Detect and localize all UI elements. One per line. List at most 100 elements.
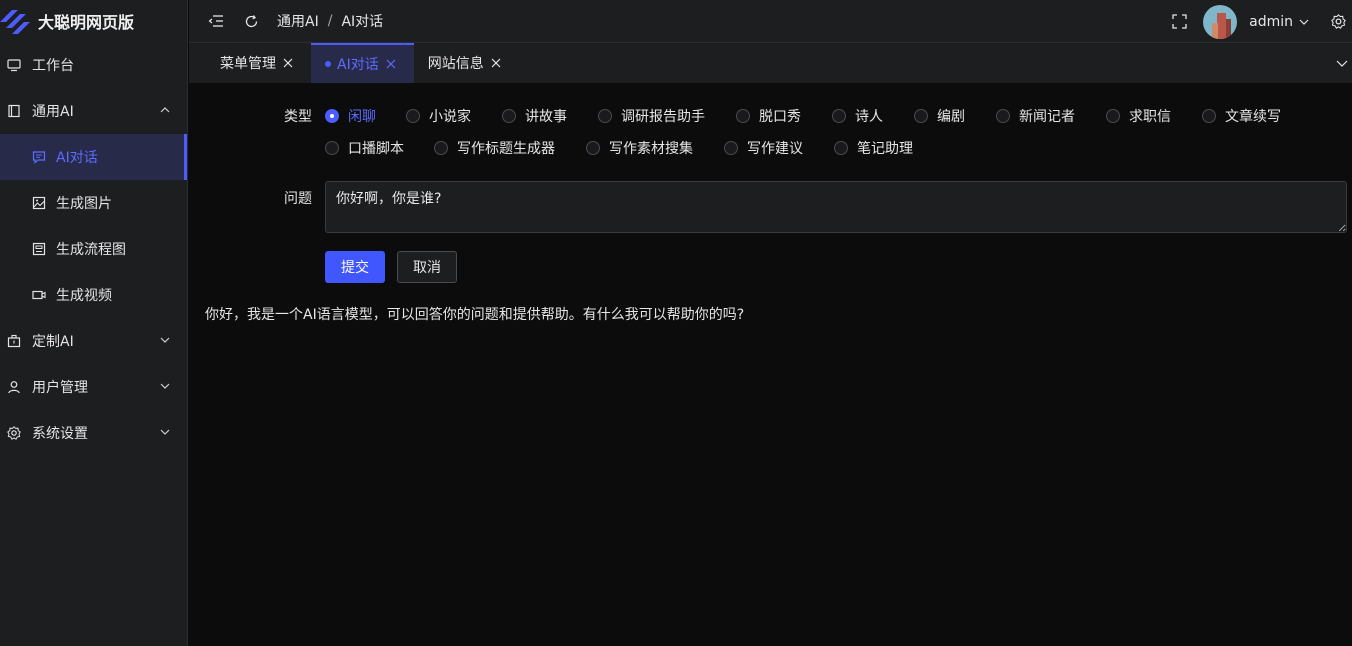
fullscreen-icon[interactable] (1170, 13, 1188, 31)
close-icon[interactable] (490, 57, 502, 69)
sidebar-item-label: 生成图片 (56, 196, 112, 212)
sidebar-item-label: 用户管理 (32, 380, 88, 396)
avatar[interactable] (1203, 4, 1238, 39)
radio-circle (724, 141, 738, 155)
ai-response-text: 你好，我是一个AI语言模型，可以回答你的问题和提供帮助。有什么我可以帮助你的吗? (205, 307, 745, 323)
chevron-down-icon (160, 383, 170, 389)
tab-menu-management[interactable]: 菜单管理 (189, 43, 311, 83)
radio-circle (406, 109, 420, 123)
cancel-button[interactable]: 取消 (397, 251, 457, 283)
video-icon (31, 287, 47, 303)
sidebar-item-workbench[interactable]: 工作台 (0, 42, 187, 88)
question-label: 问题 (284, 191, 312, 207)
sidebar-item-label: 通用AI (32, 104, 74, 120)
sidebar-item-custom-ai[interactable]: 定制AI (0, 318, 187, 364)
radio-journalist[interactable]: 新闻记者 (996, 106, 1075, 126)
breadcrumb-item[interactable]: 通用AI (277, 11, 319, 31)
radio-circle (598, 109, 612, 123)
radio-circle (996, 109, 1010, 123)
sidebar-item-generate-image[interactable]: 生成图片 (0, 180, 187, 226)
radio-label: 口播脚本 (348, 141, 404, 157)
sidebar-item-label: 工作台 (32, 58, 74, 74)
sidebar-item-generate-video[interactable]: 生成视频 (0, 272, 187, 318)
radio-circle (914, 109, 928, 123)
chevron-down-icon[interactable] (1297, 13, 1311, 31)
chevron-down-icon (160, 429, 170, 435)
radio-label: 新闻记者 (1019, 109, 1075, 125)
sidebar-item-system-settings[interactable]: 系统设置 (0, 410, 187, 456)
radio-circle (325, 141, 339, 155)
radio-circle (834, 141, 848, 155)
radio-label: 编剧 (937, 109, 965, 125)
sidebar-item-ai-chat[interactable]: AI对话 (0, 134, 187, 180)
radio-label: 小说家 (429, 109, 471, 125)
tab-label: 菜单管理 (220, 56, 276, 72)
radio-label: 写作建议 (747, 141, 803, 157)
chevron-down-icon (160, 337, 170, 343)
logo-icon (0, 10, 30, 34)
radio-research-assistant[interactable]: 调研报告助手 (598, 106, 705, 126)
user-icon (6, 379, 22, 395)
question-input[interactable] (325, 181, 1347, 233)
radio-label: 文章续写 (1225, 109, 1281, 125)
radio-note-assistant[interactable]: 笔记助理 (834, 138, 913, 158)
tab-ai-chat[interactable]: AI对话 (311, 43, 414, 83)
radio-novelist[interactable]: 小说家 (406, 106, 471, 126)
breadcrumb-separator: / (327, 13, 333, 29)
radio-article-continue[interactable]: 文章续写 (1202, 106, 1281, 126)
radio-label: 诗人 (855, 109, 883, 125)
radio-label: 求职信 (1129, 109, 1171, 125)
radio-storyteller[interactable]: 讲故事 (502, 106, 567, 126)
close-icon[interactable] (282, 57, 294, 69)
radio-voice-script[interactable]: 口播脚本 (325, 138, 404, 158)
settings-gear-icon[interactable] (1329, 13, 1347, 31)
radio-circle (586, 141, 600, 155)
sidebar: 大聪明网页版 工作台 通用AI AI对话 生成图片 生成流程图 生成视频 定制A… (0, 0, 188, 646)
sidebar-item-general-ai[interactable]: 通用AI (0, 88, 187, 134)
sidebar-item-label: 生成视频 (56, 288, 112, 304)
submit-button[interactable]: 提交 (325, 251, 385, 283)
radio-label: 写作标题生成器 (457, 141, 555, 157)
image-icon (31, 195, 47, 211)
radio-talk-show[interactable]: 脱口秀 (736, 106, 801, 126)
breadcrumb-current: AI对话 (341, 14, 384, 30)
refresh-icon[interactable] (242, 12, 260, 30)
username[interactable]: admin (1249, 14, 1293, 30)
radio-title-generator[interactable]: 写作标题生成器 (434, 138, 555, 158)
top-header: 通用AI / AI对话 admin (189, 0, 1352, 43)
sidebar-item-label: 系统设置 (32, 426, 88, 442)
sidebar-item-label: AI对话 (56, 150, 98, 166)
type-label: 类型 (284, 109, 312, 125)
close-icon[interactable] (385, 58, 397, 70)
menu-collapse-icon[interactable] (207, 12, 225, 30)
radio-writing-advice[interactable]: 写作建议 (724, 138, 803, 158)
radio-circle (832, 109, 846, 123)
radio-cover-letter[interactable]: 求职信 (1106, 106, 1171, 126)
briefcase-icon (6, 333, 22, 349)
breadcrumb: 通用AI / AI对话 (277, 11, 383, 31)
radio-label: 笔记助理 (857, 141, 913, 157)
tabs-dropdown-chevron-icon[interactable] (1336, 57, 1348, 69)
radio-label: 脱口秀 (759, 109, 801, 125)
radio-label: 写作素材搜集 (609, 141, 693, 157)
active-dot (325, 61, 331, 67)
monitor-icon (6, 57, 22, 73)
tab-bar: 菜单管理 AI对话 网站信息 (189, 43, 1352, 83)
sidebar-item-user-management[interactable]: 用户管理 (0, 364, 187, 410)
sidebar-item-label: 定制AI (32, 334, 74, 350)
logo: 大聪明网页版 (0, 0, 187, 42)
radio-label: 闲聊 (348, 109, 376, 125)
radio-material-collection[interactable]: 写作素材搜集 (586, 138, 693, 158)
flowchart-icon (31, 241, 47, 257)
radio-label: 讲故事 (525, 109, 567, 125)
tab-site-info[interactable]: 网站信息 (414, 43, 519, 83)
radio-chat[interactable]: 闲聊 (325, 106, 376, 126)
radio-poet[interactable]: 诗人 (832, 106, 883, 126)
radio-circle (1202, 109, 1216, 123)
radio-screenwriter[interactable]: 编剧 (914, 106, 965, 126)
chat-icon (31, 149, 47, 165)
sidebar-item-generate-flowchart[interactable]: 生成流程图 (0, 226, 187, 272)
radio-label: 调研报告助手 (621, 109, 705, 125)
sidebar-item-label: 生成流程图 (56, 242, 126, 258)
radio-circle (502, 109, 516, 123)
